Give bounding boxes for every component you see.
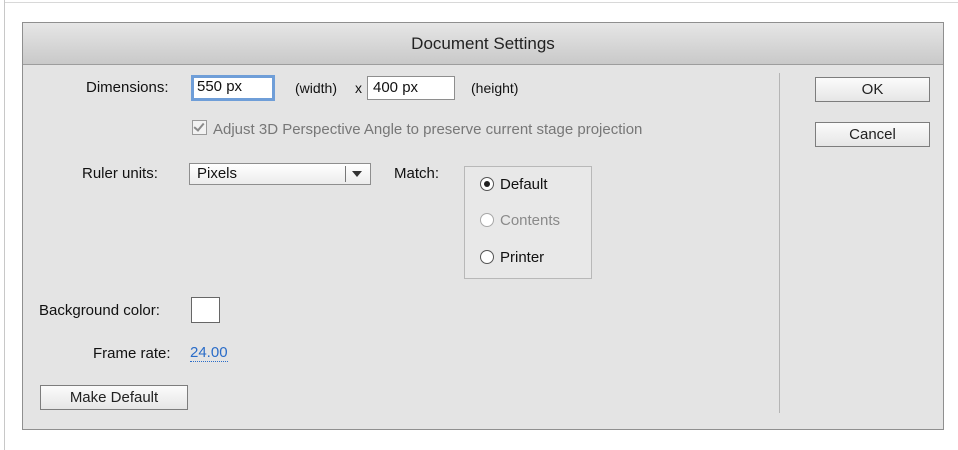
match-option-contents: Contents	[480, 212, 560, 229]
background-color-label: Background color:	[39, 302, 160, 319]
match-label: Match:	[394, 165, 440, 182]
match-option-printer-label: Printer	[500, 249, 545, 266]
dimensions-label: Dimensions:	[86, 79, 169, 96]
height-input[interactable]: 400 px	[367, 76, 455, 100]
dropdown-arrow-icon	[352, 171, 362, 177]
cancel-button[interactable]: Cancel	[815, 122, 930, 147]
match-option-default-label: Default	[500, 176, 548, 193]
ruler-units-label: Ruler units:	[82, 165, 158, 182]
times-sign: x	[355, 80, 362, 96]
page-top-border	[4, 2, 958, 3]
background-color-swatch[interactable]	[191, 297, 220, 323]
document-settings-dialog: Document Settings Dimensions: 550 px (wi…	[22, 22, 944, 430]
make-default-button[interactable]: Make Default	[40, 385, 188, 410]
dialog-title: Document Settings	[23, 23, 943, 65]
ok-button[interactable]: OK	[815, 77, 930, 102]
adjust-3d-perspective-row[interactable]: Adjust 3D Perspective Angle to preserve …	[192, 120, 642, 138]
page-left-border	[4, 0, 5, 450]
frame-rate-value[interactable]: 24.00	[190, 345, 228, 362]
vertical-divider	[779, 73, 780, 413]
radio-contents	[480, 213, 494, 227]
width-input[interactable]: 550 px	[191, 75, 275, 101]
select-divider	[345, 166, 346, 182]
width-suffix: (width)	[295, 80, 338, 96]
match-group: Default Contents Printer	[464, 166, 592, 279]
match-option-printer[interactable]: Printer	[480, 249, 544, 266]
frame-rate-label: Frame rate:	[93, 345, 171, 362]
match-option-default[interactable]: Default	[480, 176, 548, 193]
height-suffix: (height)	[471, 80, 519, 96]
radio-default[interactable]	[480, 177, 494, 191]
match-option-contents-label: Contents	[500, 212, 561, 229]
ruler-units-value: Pixels	[197, 165, 238, 182]
ruler-units-select[interactable]: Pixels	[189, 163, 371, 185]
adjust-3d-perspective-checkbox[interactable]	[192, 120, 207, 135]
radio-printer[interactable]	[480, 250, 494, 264]
adjust-3d-perspective-label: Adjust 3D Perspective Angle to preserve …	[213, 121, 643, 138]
